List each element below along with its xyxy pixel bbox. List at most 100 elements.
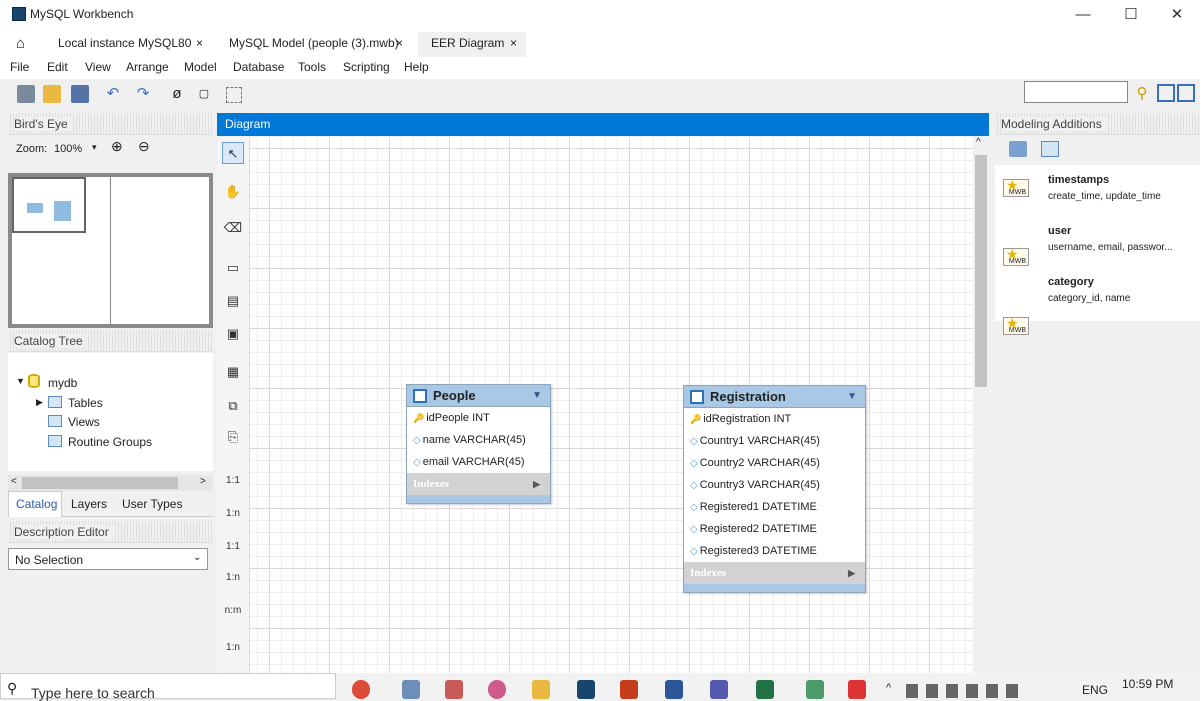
relationship-1-1-id-icon[interactable]: 1:1 (222, 536, 244, 558)
tab-close-icon[interactable]: × (510, 36, 517, 50)
image-icon[interactable]: ▣ (222, 323, 244, 345)
new-routine-group-icon[interactable]: ⎘ (222, 426, 244, 448)
entity-header[interactable]: People ▼ (407, 385, 550, 407)
word-icon[interactable] (665, 680, 683, 699)
snippet-name[interactable]: timestamps (1048, 174, 1109, 186)
menu-model[interactable]: Model (184, 60, 217, 74)
menu-arrange[interactable]: Arrange (126, 60, 169, 74)
taskbar-search[interactable]: ⚲ Type here to search (0, 673, 336, 701)
birds-eye-view[interactable] (8, 173, 213, 328)
indexes-section[interactable]: Indexes ▶ (407, 473, 550, 495)
language-indicator[interactable]: ENG (1082, 683, 1108, 697)
app-icon[interactable] (488, 680, 506, 699)
save-model-icon[interactable] (71, 85, 89, 103)
tab-local-instance[interactable]: Local instance MySQL80 (58, 36, 191, 50)
pdf-icon[interactable] (848, 680, 866, 699)
catalog-item[interactable]: Tables (68, 396, 103, 410)
align-icon[interactable]: ▢ (195, 85, 213, 103)
menu-help[interactable]: Help (404, 60, 429, 74)
column-row[interactable]: ◇ Country2 VARCHAR(45) (684, 452, 865, 474)
column-row[interactable]: ◇ Registered2 DATETIME (684, 518, 865, 540)
app-icon[interactable] (402, 680, 420, 699)
column-row[interactable]: 🔑 idPeople INT (407, 407, 550, 429)
tab-close-icon[interactable]: × (396, 36, 403, 50)
column-row[interactable]: ◇ email VARCHAR(45) (407, 451, 550, 473)
teams-icon[interactable] (710, 680, 728, 699)
viewport-rectangle[interactable] (12, 177, 86, 233)
close-button[interactable]: ✕ (1154, 0, 1200, 30)
app-icon[interactable] (806, 680, 824, 699)
toggle-grid-icon[interactable]: ø (168, 85, 186, 103)
open-model-icon[interactable] (43, 85, 61, 103)
column-row[interactable]: ◇ Registered3 DATETIME (684, 540, 865, 562)
column-row[interactable]: ◇ name VARCHAR(45) (407, 429, 550, 451)
toggle-sidebar-icon[interactable] (1157, 84, 1175, 102)
menu-edit[interactable]: Edit (47, 60, 68, 74)
menu-view[interactable]: View (85, 60, 111, 74)
description-select[interactable]: No Selection ⌄ (8, 548, 208, 570)
expand-icon[interactable]: ▶ (533, 473, 540, 495)
column-row[interactable]: ◇ Registered1 DATETIME (684, 496, 865, 518)
scroll-left-icon[interactable]: < (11, 476, 17, 487)
layer-icon[interactable]: ▭ (222, 257, 244, 279)
excel-icon[interactable] (756, 680, 774, 699)
minimize-button[interactable]: — (1060, 0, 1106, 30)
entity-registration[interactable]: Registration ▼ 🔑 idRegistration INT ◇ Count… (683, 385, 866, 593)
maximize-button[interactable]: ☐ (1108, 0, 1154, 30)
tab-layers[interactable]: Layers (71, 497, 107, 511)
app-icon[interactable] (445, 680, 463, 699)
hand-icon[interactable]: ✋ (222, 181, 244, 203)
home-icon[interactable]: ⌂ (16, 35, 25, 52)
system-tray-chevron-icon[interactable]: ^ (886, 682, 891, 694)
search-icon[interactable]: ⚲ (1133, 85, 1151, 103)
tab-catalog[interactable]: Catalog (16, 497, 57, 511)
eraser-icon[interactable]: ⌫ (222, 217, 244, 239)
mysql-workbench-taskbar-icon[interactable] (577, 680, 595, 699)
expand-icon[interactable]: ▼ (16, 376, 25, 386)
redo-icon[interactable]: ↷ (134, 85, 152, 103)
zoom-in-icon[interactable]: ⊕ (111, 138, 123, 155)
vertical-scrollbar[interactable]: ^ (973, 137, 989, 675)
relationship-n-m-icon[interactable]: n:m (222, 600, 244, 622)
entity-people[interactable]: People ▼ 🔑 idPeople INT ◇ name VARCHAR(45) … (406, 384, 551, 504)
relationship-1-1-nonid-icon[interactable]: 1:1 (222, 470, 244, 492)
powerpoint-icon[interactable] (620, 680, 638, 699)
pointer-icon[interactable]: ↖ (222, 142, 244, 164)
search-input[interactable] (1024, 81, 1128, 103)
tab-user-types[interactable]: User Types (122, 497, 182, 511)
catalog-item[interactable]: Routine Groups (68, 435, 152, 449)
menu-file[interactable]: File (10, 60, 29, 74)
scroll-thumb[interactable] (975, 155, 987, 387)
new-diagram-icon[interactable] (226, 87, 242, 103)
scroll-right-icon[interactable]: > (200, 476, 206, 487)
tab-mysql-model[interactable]: MySQL Model (people (3).mwb) (229, 36, 399, 50)
new-view-icon[interactable]: ⧉ (222, 395, 244, 417)
collapse-icon[interactable]: ▼ (532, 385, 542, 407)
file-explorer-icon[interactable] (532, 680, 550, 699)
new-model-icon[interactable] (17, 85, 35, 103)
column-row[interactable]: 🔑 idRegistration INT (684, 408, 865, 430)
snippet-name[interactable]: user (1048, 225, 1071, 237)
menu-tools[interactable]: Tools (298, 60, 326, 74)
tab-close-icon[interactable]: × (196, 36, 203, 50)
import-icon[interactable] (1009, 141, 1027, 157)
note-icon[interactable]: ▤ (222, 290, 244, 312)
system-tray-icons[interactable] (906, 684, 1026, 698)
snippet-name[interactable]: category (1048, 276, 1094, 288)
entity-header[interactable]: Registration ▼ (684, 386, 865, 408)
zoom-out-icon[interactable]: ⊖ (138, 138, 150, 155)
toggle-secondary-sidebar-icon[interactable] (1177, 84, 1195, 102)
relationship-1-n-id-icon[interactable]: 1:n (222, 567, 244, 589)
collapse-icon[interactable]: ▼ (847, 386, 857, 408)
scroll-up-icon[interactable]: ^ (976, 137, 981, 148)
relationship-1-n-existing-icon[interactable]: 1:n (222, 637, 244, 659)
menu-database[interactable]: Database (233, 60, 284, 74)
tab-eer-diagram[interactable]: EER Diagram (431, 36, 504, 50)
undo-icon[interactable]: ↶ (104, 85, 122, 103)
snippet-icon[interactable] (1041, 141, 1059, 157)
chrome-icon[interactable] (352, 680, 370, 699)
zoom-dropdown-icon[interactable]: ▾ (92, 142, 97, 153)
scroll-thumb[interactable] (22, 477, 178, 489)
horizontal-scrollbar[interactable]: < > (8, 475, 213, 491)
expand-icon[interactable]: ▶ (36, 397, 43, 408)
